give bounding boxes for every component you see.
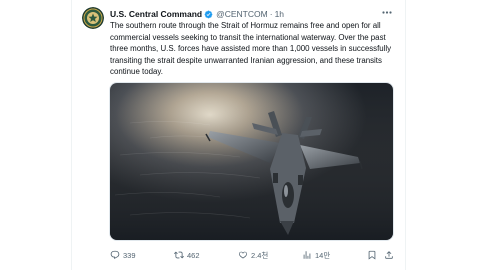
more-icon[interactable] bbox=[381, 6, 393, 18]
views-icon bbox=[303, 251, 311, 259]
retweet-icon bbox=[174, 251, 184, 259]
author-name[interactable]: U.S. Central Command bbox=[110, 8, 202, 20]
reply-icon bbox=[110, 250, 120, 260]
tweet-text: The southern route through the Strait of… bbox=[110, 21, 392, 76]
separator-dot: · bbox=[269, 9, 273, 19]
column-divider-right bbox=[405, 0, 406, 270]
bookmark-button[interactable] bbox=[367, 250, 377, 260]
like-count: 2.4천 bbox=[251, 250, 269, 260]
like-button[interactable]: 2.4천 bbox=[238, 250, 268, 261]
centcom-seal-icon bbox=[82, 7, 104, 29]
fighter-jet-image bbox=[110, 83, 393, 240]
retweet-count: 462 bbox=[187, 250, 200, 260]
tweet-media[interactable] bbox=[109, 82, 394, 241]
views-button[interactable]: 14만 bbox=[302, 250, 330, 261]
page: U.S. Central Command @CENTCOM · 1h The s… bbox=[0, 0, 480, 270]
avatar[interactable] bbox=[82, 7, 104, 29]
like-icon bbox=[239, 251, 247, 259]
share-icon bbox=[385, 251, 393, 259]
bookmark-icon bbox=[368, 250, 376, 260]
retweet-button[interactable]: 462 bbox=[174, 250, 200, 260]
tweet-timestamp[interactable]: 1h bbox=[275, 8, 284, 20]
tweet-actions: 339 462 2.4천 14만 bbox=[110, 248, 395, 262]
verified-badge-icon bbox=[204, 10, 213, 19]
tweet[interactable]: U.S. Central Command @CENTCOM · 1h The s… bbox=[72, 0, 405, 270]
reply-button[interactable]: 339 bbox=[110, 250, 136, 260]
views-count: 14만 bbox=[315, 250, 331, 260]
tweet-header: U.S. Central Command @CENTCOM · 1h bbox=[110, 7, 284, 21]
author-handle[interactable]: @CENTCOM bbox=[216, 8, 268, 20]
share-button[interactable] bbox=[384, 250, 394, 260]
reply-count: 339 bbox=[123, 250, 136, 260]
